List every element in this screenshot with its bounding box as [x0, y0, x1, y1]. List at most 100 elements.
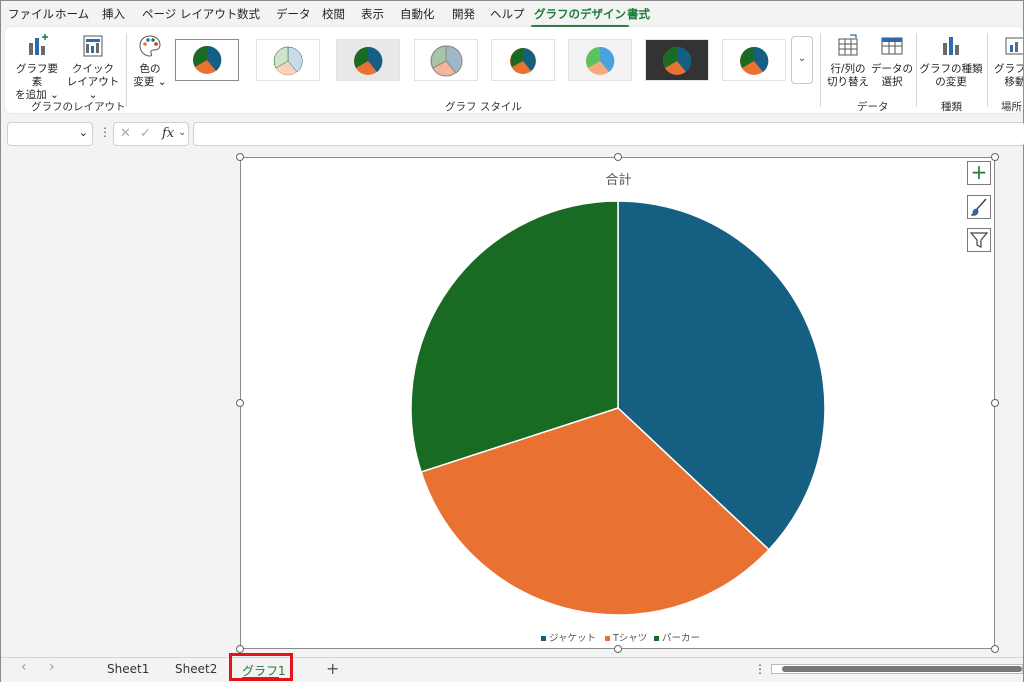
sheet-tab-sheet2[interactable]: Sheet2	[175, 662, 217, 676]
chart-elements-button[interactable]: +	[967, 161, 991, 185]
select-data-label-2: 選択	[881, 76, 903, 88]
prev-sheet-icon[interactable]: ‹	[21, 659, 27, 675]
switch-row-column-icon	[838, 34, 858, 56]
tab-view[interactable]: 表示	[361, 6, 384, 22]
pie-style-7-icon	[663, 46, 692, 75]
tab-options-icon[interactable]: ⋮	[754, 662, 766, 676]
tab-chart-design[interactable]: グラフのデザイン	[531, 6, 629, 28]
move-chart-button[interactable]: グラフの 移動	[991, 33, 1023, 89]
pie-style-2-icon	[273, 46, 303, 76]
chart-style-thumb-2[interactable]	[256, 39, 320, 81]
add-sheet-button[interactable]: +	[326, 659, 339, 678]
select-data-button[interactable]: データの 選択	[871, 33, 913, 89]
tab-insert[interactable]: 挿入	[102, 6, 125, 22]
pie-style-4-icon	[430, 45, 463, 77]
legend-label-2: パーカー	[662, 633, 701, 644]
chart-styles-button[interactable]	[967, 195, 991, 219]
sheet-tab-sheet1[interactable]: Sheet1	[107, 662, 149, 676]
palette-icon	[139, 35, 161, 57]
resize-handle-bottom[interactable]	[614, 645, 622, 653]
add-chart-element-label-1: グラフ要素	[16, 63, 58, 88]
chart-style-thumb-5[interactable]	[491, 39, 555, 81]
quick-layout-button[interactable]: クイック レイアウト ⌄	[65, 33, 121, 102]
tab-help[interactable]: ヘルプ	[490, 6, 525, 22]
move-chart-label-1: グラフの	[994, 63, 1023, 75]
chart-style-thumb-7[interactable]	[645, 39, 709, 81]
filter-icon	[969, 232, 989, 248]
resize-handle-top-right[interactable]	[991, 153, 999, 161]
chart-style-thumb-6[interactable]	[568, 39, 632, 81]
cancel-icon[interactable]: ✕	[120, 126, 131, 141]
more-dots-icon[interactable]: ⋮	[99, 125, 111, 139]
chart-style-thumb-1[interactable]	[175, 39, 239, 81]
change-colors-button[interactable]: 色の 変更 ⌄	[129, 33, 171, 89]
resize-handle-top-left[interactable]	[236, 153, 244, 161]
sheet-tab-bar: ‹ › Sheet1 Sheet2 グラフ1 + ⋮	[1, 653, 1023, 682]
pie-style-8-icon	[740, 46, 769, 75]
pie-style-6-icon	[586, 46, 615, 75]
ribbon: グラフ要素 を追加 ⌄ クイック レイアウト ⌄ グラフのレイアウト 色の 変更…	[5, 27, 1023, 113]
divider	[126, 33, 127, 107]
insert-function-button[interactable]: fx	[162, 126, 174, 141]
chart-style-thumb-8[interactable]	[722, 39, 786, 81]
group-label-data: データ	[857, 101, 889, 113]
pie-style-3-icon	[354, 46, 383, 75]
name-box[interactable]: ⌄	[7, 122, 93, 146]
tab-format[interactable]: 書式	[627, 6, 650, 22]
change-colors-label-1: 色の	[139, 63, 161, 75]
tab-review[interactable]: 校閲	[322, 6, 345, 22]
change-colors-label-2: 変更 ⌄	[133, 76, 167, 88]
change-chart-type-icon	[943, 37, 959, 55]
group-label-location: 場所	[1001, 101, 1022, 113]
plus-icon: +	[970, 160, 988, 184]
group-label-type: 種類	[941, 101, 962, 113]
tab-automate[interactable]: 自動化	[400, 6, 435, 22]
legend-swatch-0	[541, 636, 546, 641]
chart-area[interactable]: 合計 ジャケット Tシャツ パーカー	[240, 157, 995, 649]
legend-item-2: パーカー	[654, 630, 700, 644]
tab-data[interactable]: データ	[276, 6, 311, 22]
tab-developer[interactable]: 開発	[452, 6, 475, 22]
quick-layout-label-1: クイック	[72, 63, 114, 75]
tab-home[interactable]: ホーム	[55, 6, 89, 22]
chart-filters-button[interactable]	[967, 228, 991, 252]
menu-bar: ファイル ホーム 挿入 ページ レイアウト 数式 データ 校閲 表示 自動化 開…	[1, 1, 1023, 28]
highlight-box	[229, 653, 293, 681]
next-sheet-icon[interactable]: ›	[49, 659, 55, 675]
legend-label-0: ジャケット	[549, 633, 597, 644]
legend-swatch-1	[605, 636, 610, 641]
pie-chart	[410, 200, 826, 616]
select-data-icon	[881, 37, 903, 55]
resize-handle-bottom-right[interactable]	[991, 645, 999, 653]
switch-row-column-label-2: 切り替え	[827, 76, 869, 88]
horizontal-scrollbar[interactable]	[771, 664, 1023, 674]
formula-bar: ⌄ ⋮ ✕ ✓ fx ⌄	[1, 119, 1024, 149]
change-chart-type-label-2: の変更	[935, 76, 967, 88]
resize-handle-bottom-left[interactable]	[236, 645, 244, 653]
tab-page-layout[interactable]: ページ レイアウト	[142, 6, 237, 22]
formula-input[interactable]	[193, 122, 1024, 146]
divider	[916, 33, 917, 107]
tab-formulas[interactable]: 数式	[237, 6, 260, 22]
legend-swatch-2	[654, 636, 659, 641]
pie-style-5-icon	[510, 48, 536, 74]
resize-handle-right[interactable]	[991, 399, 999, 407]
chart-style-thumb-4[interactable]	[414, 39, 478, 81]
tab-file[interactable]: ファイル	[8, 6, 54, 22]
fx-chevron-icon[interactable]: ⌄	[178, 127, 186, 138]
move-chart-label-2: 移動	[1004, 76, 1024, 88]
divider	[987, 33, 988, 107]
scrollbar-thumb[interactable]	[782, 666, 1022, 672]
legend-label-1: Tシャツ	[613, 633, 648, 644]
chart-sheet: 合計 ジャケット Tシャツ パーカー +	[1, 151, 1023, 656]
resize-handle-left[interactable]	[236, 399, 244, 407]
switch-row-column-button[interactable]: 行/列の 切り替え	[825, 33, 871, 89]
resize-handle-top[interactable]	[614, 153, 622, 161]
add-chart-element-button[interactable]: グラフ要素 を追加 ⌄	[11, 33, 63, 102]
gallery-more-button[interactable]: ⌄	[791, 36, 813, 84]
chevron-down-icon[interactable]: ⌄	[79, 126, 88, 139]
chart-style-thumb-3[interactable]	[336, 39, 400, 81]
change-chart-type-label-1: グラフの種類	[919, 63, 983, 75]
change-chart-type-button[interactable]: グラフの種類 の変更	[919, 33, 983, 89]
enter-icon[interactable]: ✓	[140, 126, 151, 141]
